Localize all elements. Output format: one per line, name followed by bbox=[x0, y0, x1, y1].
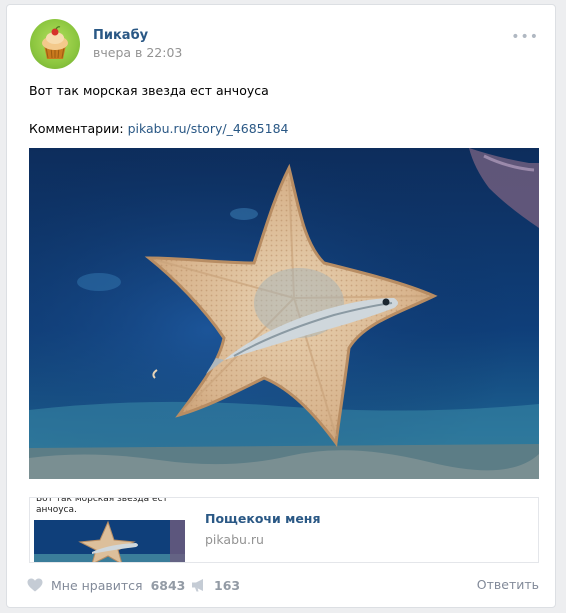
more-icon[interactable]: ••• bbox=[511, 29, 539, 45]
heart-icon bbox=[27, 578, 43, 592]
like-label: Мне нравится bbox=[51, 577, 143, 593]
comments-label: Комментарии: bbox=[29, 121, 124, 136]
post-timestamp[interactable]: вчера в 22:03 bbox=[93, 45, 182, 60]
comments-link[interactable]: pikabu.ru/story/_4685184 bbox=[128, 121, 289, 136]
post-actions: Мне нравится 6843 163 Ответить bbox=[27, 575, 539, 595]
link-snippet[interactable]: Вот так морская звезда ест анчоуса. Поще… bbox=[29, 497, 539, 563]
like-count: 6843 bbox=[150, 577, 186, 593]
megaphone-icon bbox=[192, 579, 203, 592]
starfish-photo bbox=[29, 148, 539, 479]
snippet-thumbnail: Вот так морская звезда ест анчоуса. bbox=[30, 498, 185, 562]
post-text: Вот так морская звезда ест анчоуса bbox=[29, 83, 269, 98]
share-button[interactable]: 163 bbox=[191, 575, 240, 595]
author-name[interactable]: Пикабу bbox=[93, 28, 148, 43]
reply-button[interactable]: Ответить bbox=[477, 575, 539, 595]
share-count: 163 bbox=[214, 577, 241, 593]
wall-post: Пикабу вчера в 22:03 ••• Вот так морская… bbox=[6, 4, 556, 608]
post-photo[interactable] bbox=[29, 148, 539, 479]
snippet-title[interactable]: Пощекочи меня bbox=[205, 511, 320, 526]
like-button[interactable]: Мне нравится 6843 bbox=[27, 575, 185, 595]
snippet-thumb-image bbox=[34, 520, 185, 562]
cupcake-icon bbox=[42, 26, 68, 59]
avatar[interactable] bbox=[30, 19, 80, 69]
snippet-domain: pikabu.ru bbox=[205, 532, 264, 547]
comments-line: Комментарии: pikabu.ru/story/_4685184 bbox=[29, 121, 289, 136]
